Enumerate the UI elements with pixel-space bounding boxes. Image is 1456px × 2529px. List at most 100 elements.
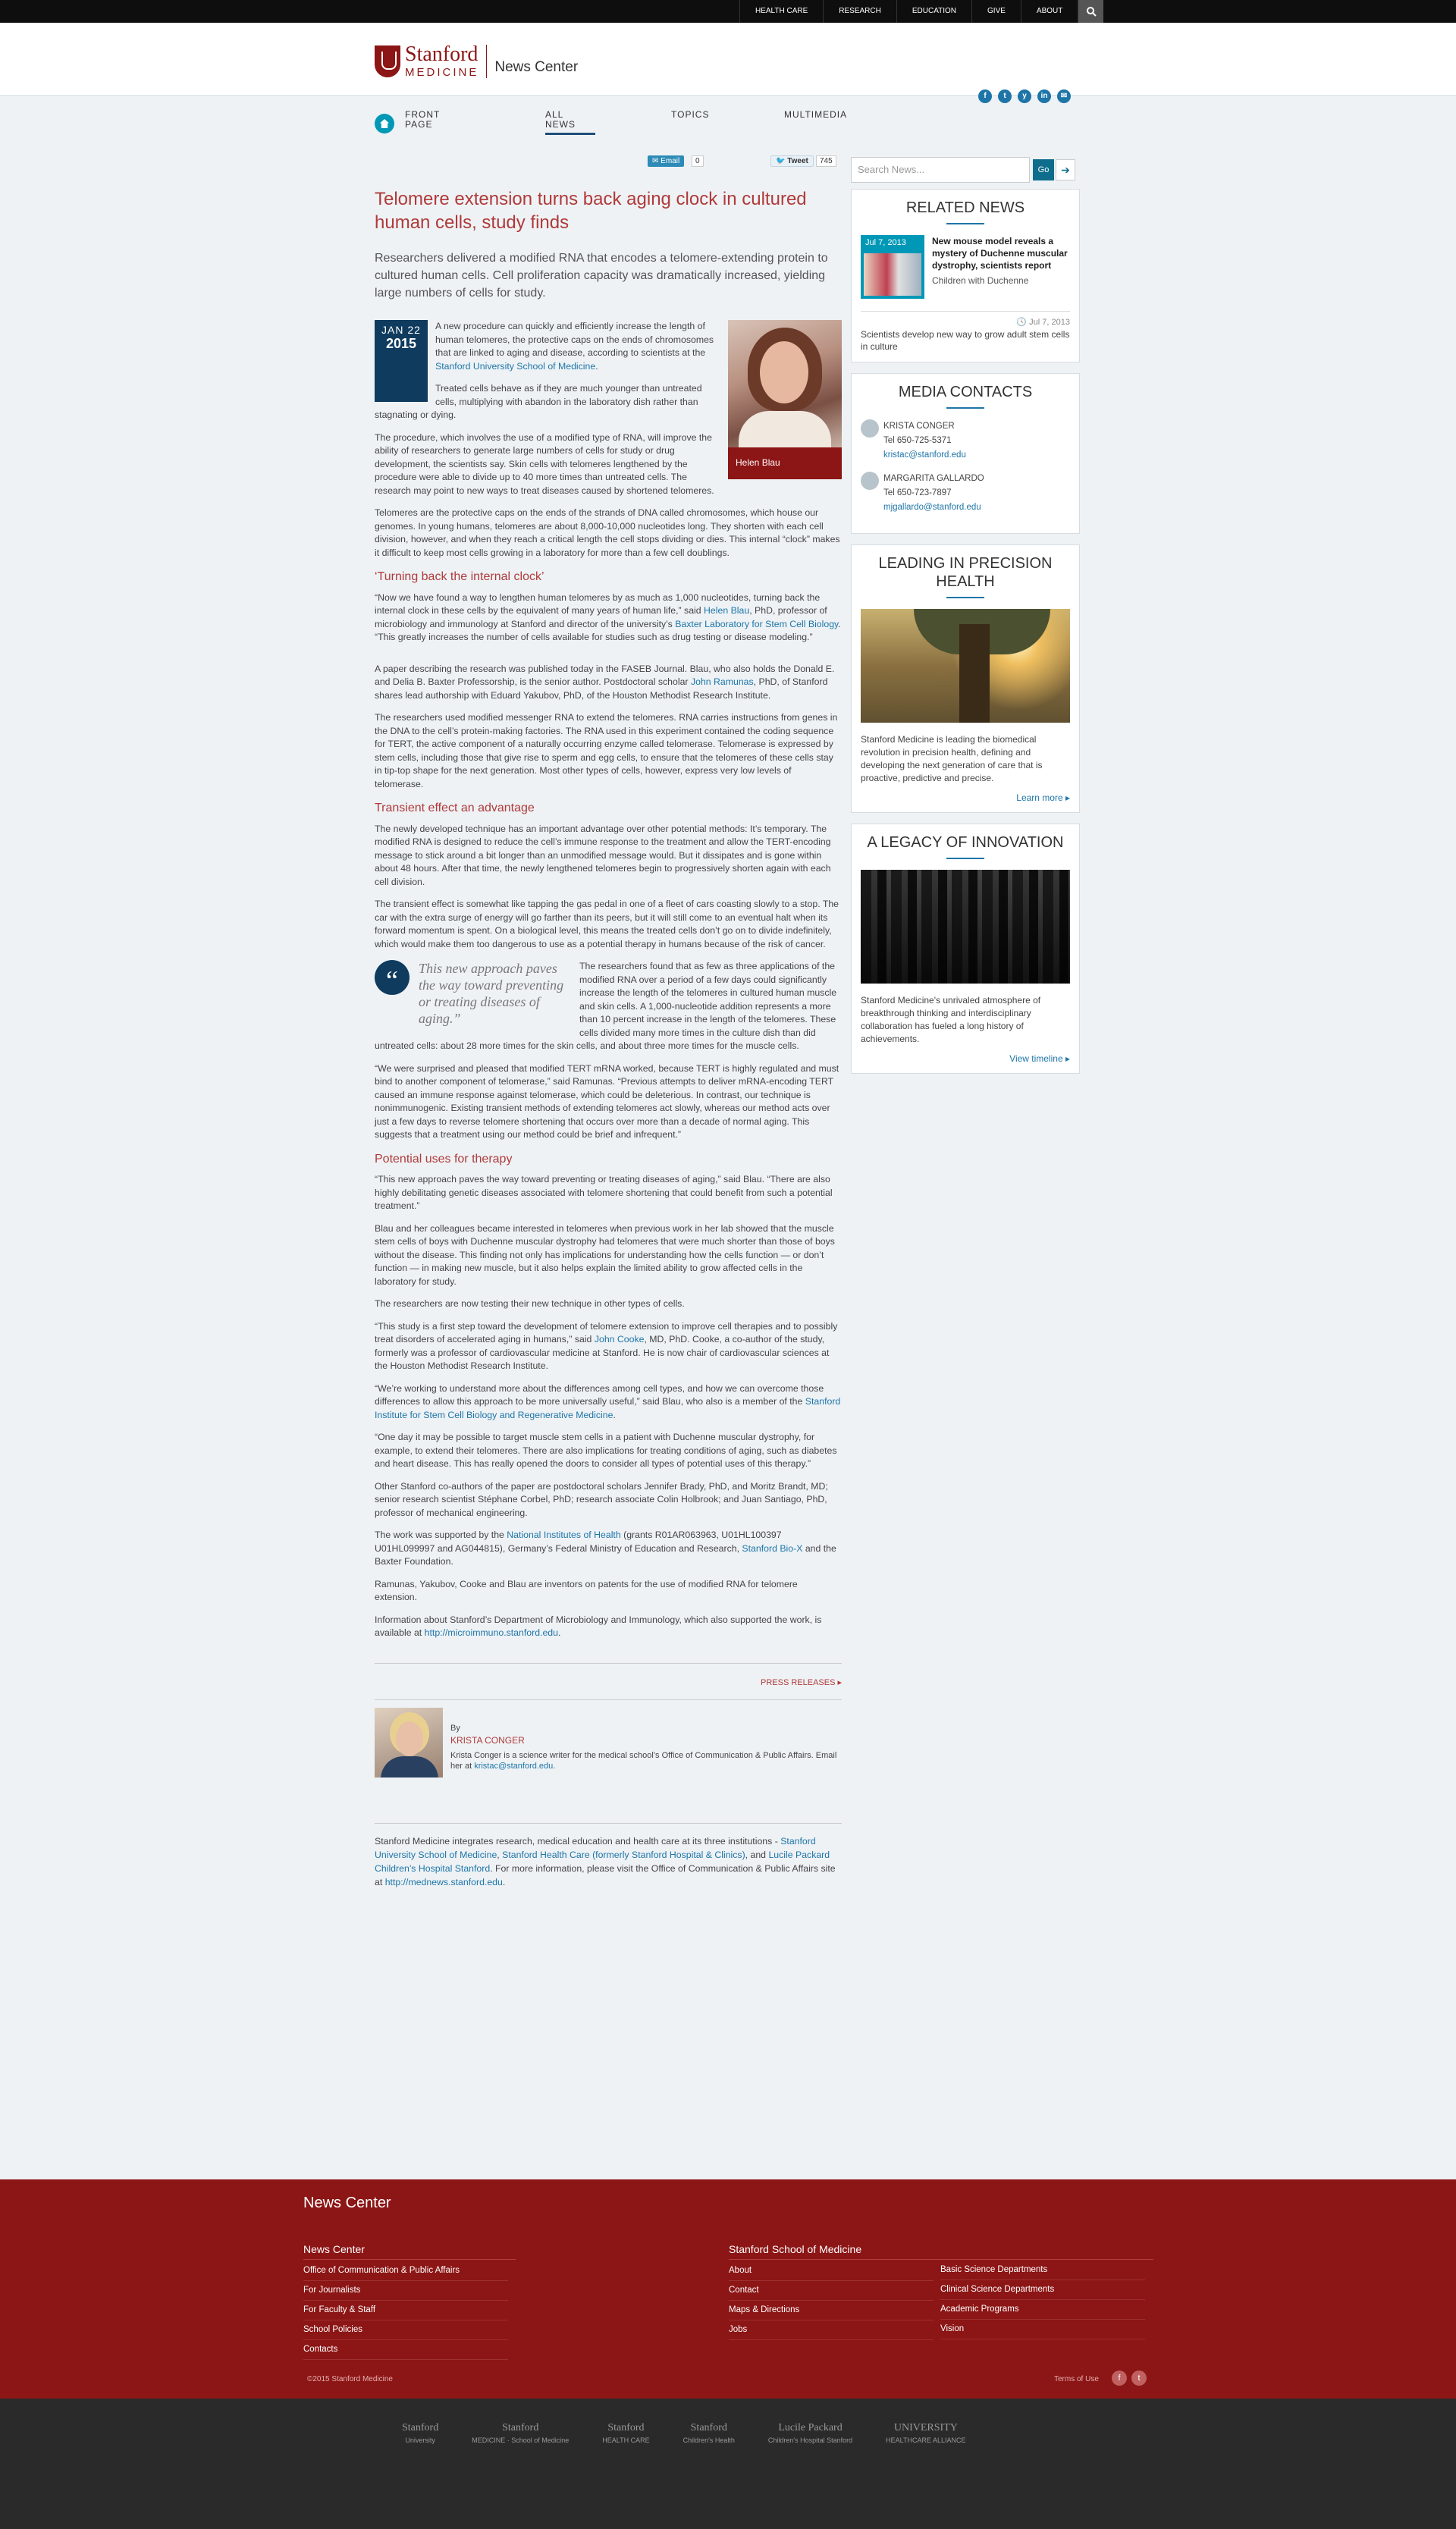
legacy-box: A LEGACY OF INNOVATION Stanford Medicine… xyxy=(851,824,1080,1074)
paragraph: The transient effect is somewhat like ta… xyxy=(375,899,839,949)
author-email-link[interactable]: kristac@stanford.edu xyxy=(474,1762,553,1771)
media-contacts-title: MEDIA CONTACTS xyxy=(898,384,1033,400)
youtube-icon[interactable]: y xyxy=(1018,89,1031,103)
facebook-icon[interactable]: f xyxy=(1112,2371,1127,2386)
precision-health-title: LEADING IN PRECISION HEALTH xyxy=(878,555,1053,590)
facebook-icon[interactable]: f xyxy=(978,89,992,103)
partner-logo[interactable]: Lucile Packard Children's Hospital Stanfo… xyxy=(768,2423,852,2446)
link-baxter-lab[interactable]: Baxter Laboratory for Stem Cell Biology xyxy=(675,619,838,629)
email-share-button[interactable]: ✉ Email xyxy=(648,155,685,167)
author-avatar xyxy=(375,1707,443,1778)
nav-topics[interactable]: TOPICS xyxy=(671,110,709,120)
link-john-ramunas[interactable]: John Ramunas xyxy=(691,676,754,687)
topnav-health-care[interactable]: HEALTH CARE xyxy=(739,0,823,23)
contact-avatar xyxy=(861,472,879,490)
link-nih[interactable]: National Institutes of Health xyxy=(507,1530,620,1540)
link-school-of-medicine[interactable]: Stanford University School of Medicine xyxy=(435,361,595,372)
paragraph: The researchers used modified messenger … xyxy=(375,712,838,789)
footer-link[interactable]: Contact xyxy=(729,2281,934,2301)
author-name[interactable]: KRISTA CONGER xyxy=(450,1735,842,1746)
contact-name: MARGARITA GALLARDO xyxy=(883,474,984,483)
footer-link[interactable]: For Journalists xyxy=(303,2281,508,2301)
footer-link[interactable]: About xyxy=(729,2261,934,2281)
paragraph: The work was supported by the National I… xyxy=(375,1530,836,1567)
tweet-button[interactable]: 🐦 Tweet xyxy=(770,155,814,167)
footer-link[interactable]: Academic Programs xyxy=(940,2300,1145,2320)
paragraph: Telomeres are the protective caps on the… xyxy=(375,507,840,558)
paragraph: Other Stanford co-authors of the paper a… xyxy=(375,1480,828,1518)
partner-logo[interactable]: Stanford University xyxy=(402,2423,438,2446)
stanford-medicine-logo[interactable]: Stanford MEDICINE News Center xyxy=(375,44,578,78)
view-timeline-link[interactable]: View timeline ▸ xyxy=(861,1053,1070,1064)
paragraph: Information about Stanford’s Department … xyxy=(375,1614,822,1639)
legacy-title: A LEGACY OF INNOVATION xyxy=(867,834,1064,851)
paragraph: “One day it may be possible to target mu… xyxy=(375,1432,837,1469)
footer-link[interactable]: Jobs xyxy=(729,2320,934,2340)
partner-logo[interactable]: UNIVERSITY HEALTHCARE ALLIANCE xyxy=(886,2423,965,2446)
partner-logo[interactable]: Stanford MEDICINE · School of Medicine xyxy=(472,2423,569,2446)
learn-more-link[interactable]: Learn more ▸ xyxy=(861,792,1070,803)
pull-quote: “ This new approach paves the way toward… xyxy=(375,960,572,1027)
section-title[interactable]: News Center xyxy=(494,59,578,76)
subheading: Transient effect an advantage xyxy=(375,802,535,814)
twitter-icon[interactable]: t xyxy=(1131,2371,1147,2386)
link-shc[interactable]: Stanford Health Care (formerly Stanford … xyxy=(502,1850,745,1860)
related-item[interactable]: 🕓 Jul 7, 2013 Scientists develop new way… xyxy=(861,311,1070,353)
footer-link[interactable]: Vision xyxy=(940,2320,1145,2339)
contact-tel: Tel 650-725-5371 xyxy=(883,436,952,445)
footer-link[interactable]: School Policies xyxy=(303,2320,508,2340)
subheading: ‘Turning back the internal clock’ xyxy=(375,570,544,583)
footer-link[interactable]: For Faculty & Staff xyxy=(303,2301,508,2320)
related-news-title: RELATED NEWS xyxy=(905,199,1025,216)
link-john-cooke[interactable]: John Cooke xyxy=(595,1334,645,1345)
related-item[interactable]: Jul 7, 2013 New mouse model reveals a my… xyxy=(861,235,1070,299)
nav-all-news[interactable]: ALL NEWS xyxy=(545,110,595,135)
nav-multimedia[interactable]: MULTIMEDIA xyxy=(784,110,847,120)
footer-col-departments: Basic Science Departments Clinical Scien… xyxy=(940,2261,1145,2339)
footer-link[interactable]: Contacts xyxy=(303,2340,508,2360)
contact-email[interactable]: mjgallardo@stanford.edu xyxy=(883,503,981,512)
home-icon[interactable] xyxy=(375,114,394,133)
related-item-title[interactable]: Scientists develop new way to grow adult… xyxy=(861,328,1070,353)
linkedin-icon[interactable]: in xyxy=(1037,89,1051,103)
related-thumb: Jul 7, 2013 xyxy=(861,235,924,299)
byline-label: By xyxy=(450,1723,460,1733)
search-input[interactable]: Search News... xyxy=(851,157,1030,183)
go-button[interactable]: Go xyxy=(1033,159,1054,180)
footer-heading: News Center xyxy=(303,2240,516,2260)
link-helen-blau[interactable]: Helen Blau xyxy=(704,605,749,616)
footer-link[interactable]: Clinical Science Departments xyxy=(940,2280,1145,2300)
topnav-education[interactable]: EDUCATION xyxy=(896,0,971,23)
arrow-right-icon[interactable]: ➔ xyxy=(1056,159,1075,180)
sidebar: Search News... Go ➔ RELATED NEWS Jul 7, … xyxy=(851,157,1080,1074)
topnav-give[interactable]: GIVE xyxy=(971,0,1021,23)
topnav-about[interactable]: ABOUT xyxy=(1020,0,1078,23)
related-item-title[interactable]: New mouse model reveals a mystery of Duc… xyxy=(932,235,1070,271)
topnav-research[interactable]: RESEARCH xyxy=(823,0,896,23)
link-microimmuno[interactable]: http://microimmuno.stanford.edu xyxy=(425,1627,558,1638)
paragraph: Ramunas, Yakubov, Cooke and Blau are inv… xyxy=(375,1578,798,1603)
search-icon[interactable] xyxy=(1078,0,1104,23)
paragraph: Blau and her colleagues became intereste… xyxy=(375,1222,835,1287)
partner-logo[interactable]: Stanford HEALTH CARE xyxy=(602,2423,649,2446)
email-share-count: 0 xyxy=(692,155,704,167)
copyright: ©2015 Stanford Medicine xyxy=(307,2375,393,2383)
email-icon[interactable]: ✉ xyxy=(1057,89,1071,103)
footer-link[interactable]: Basic Science Departments xyxy=(940,2261,1145,2280)
terms-of-use-link[interactable]: Terms of Use xyxy=(1054,2375,1099,2383)
contact-email[interactable]: kristac@stanford.edu xyxy=(883,450,966,460)
twitter-icon[interactable]: t xyxy=(998,89,1012,103)
date-month-day: JAN 22 xyxy=(381,324,421,336)
logo-divider xyxy=(486,44,488,78)
author-photo: Helen Blau xyxy=(728,320,842,479)
partner-logo[interactable]: Stanford Children's Health xyxy=(683,2423,735,2446)
link-mednews[interactable]: http://mednews.stanford.edu xyxy=(385,1877,503,1887)
footer-link[interactable]: Maps & Directions xyxy=(729,2301,934,2320)
link-bio-x[interactable]: Stanford Bio-X xyxy=(742,1543,802,1554)
press-releases-link[interactable]: PRESS RELEASES ▸ xyxy=(375,1662,842,1687)
nav-front-page[interactable]: FRONT PAGE xyxy=(405,110,450,130)
article-body: JAN 22 2015 Helen Blau A new procedure c… xyxy=(375,320,842,1640)
site-footer: News Center News Center Office of Commun… xyxy=(0,2179,1456,2399)
footer-link[interactable]: Office of Communication & Public Affairs xyxy=(303,2261,508,2281)
institution-note: Stanford Medicine integrates research, m… xyxy=(375,1822,842,1889)
